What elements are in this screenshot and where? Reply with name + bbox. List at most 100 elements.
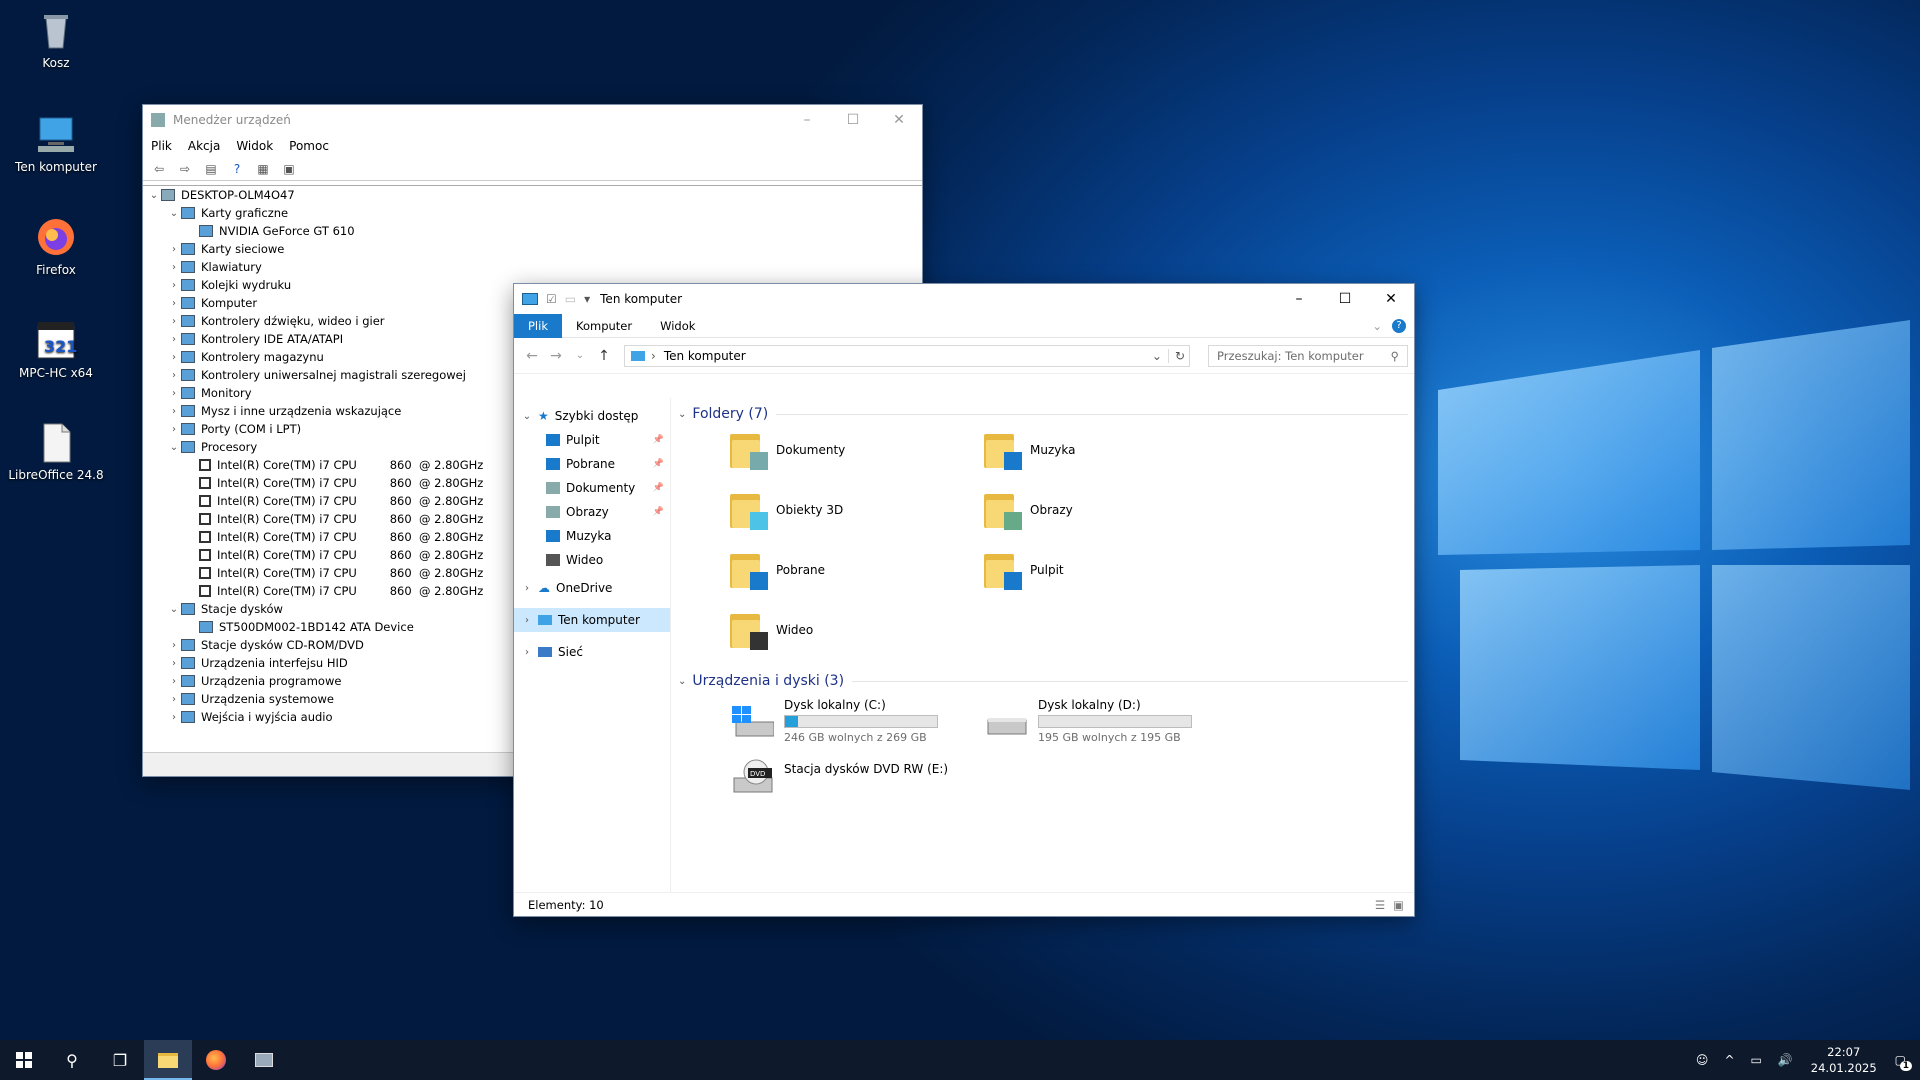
group-header-drives[interactable]: ⌄ Urządzenia i dyski (3) <box>678 669 1408 693</box>
desktop-icon-this-pc[interactable]: Ten komputer <box>8 112 104 174</box>
maximize-button[interactable]: ☐ <box>830 105 876 135</box>
tree-category[interactable]: › Karty sieciowe <box>143 240 922 258</box>
start-button[interactable] <box>0 1040 48 1080</box>
back-arrow-icon[interactable]: ⇦ <box>149 160 169 178</box>
task-view-icon[interactable]: ❐ <box>96 1040 144 1080</box>
details-view-icon[interactable]: ☰ <box>1375 898 1385 912</box>
desktop-icon-firefox[interactable]: Firefox <box>8 215 104 277</box>
pin-icon[interactable]: 📌 <box>653 483 664 493</box>
folder-tile[interactable]: Obrazy <box>984 490 1073 530</box>
menu-file[interactable]: Plik <box>151 139 172 153</box>
monitor-scan-icon[interactable]: ▣ <box>279 160 299 178</box>
desktop-icon-recycle-bin[interactable]: Kosz <box>8 8 104 70</box>
chevron-right-icon[interactable]: › <box>167 676 181 687</box>
nav-quick-item[interactable]: Dokumenty 📌 <box>514 476 670 500</box>
nav-quick-item[interactable]: Muzyka <box>514 524 670 548</box>
chevron-right-icon[interactable]: › <box>167 262 181 273</box>
chevron-right-icon[interactable]: › <box>520 583 534 594</box>
minimize-button[interactable]: – <box>784 105 830 135</box>
chevron-right-icon[interactable]: › <box>167 658 181 669</box>
nav-network[interactable]: › Sieć <box>514 640 670 664</box>
properties-quick-icon[interactable]: ☑ <box>546 292 557 306</box>
forward-arrow-icon[interactable]: → <box>544 348 568 364</box>
chevron-right-icon[interactable]: › <box>167 244 181 255</box>
close-button[interactable]: ✕ <box>1368 284 1414 314</box>
up-arrow-icon[interactable]: ↑ <box>592 348 616 364</box>
chevron-down-icon[interactable]: ⌄ <box>167 442 181 453</box>
chevron-right-icon[interactable]: › <box>167 298 181 309</box>
tree-device[interactable]: NVIDIA GeForce GT 610 <box>143 222 922 240</box>
nav-quick-item[interactable]: Wideo <box>514 548 670 572</box>
folder-tile[interactable]: Muzyka <box>984 430 1075 470</box>
nav-quick-access[interactable]: ⌄ ★ Szybki dostęp <box>514 404 670 428</box>
nav-quick-item[interactable]: Pobrane 📌 <box>514 452 670 476</box>
pin-icon[interactable]: 📌 <box>653 459 664 469</box>
chevron-down-icon[interactable]: ⌄ <box>678 409 686 420</box>
chevron-right-icon[interactable]: › <box>167 406 181 417</box>
recent-locations-icon[interactable]: ⌄ <box>568 350 592 361</box>
folder-tile[interactable]: Pobrane <box>730 550 825 590</box>
explorer-titlebar[interactable]: ☑ ▭ ▾ Ten komputer – ☐ ✕ <box>514 284 1414 314</box>
navigation-pane[interactable]: ⌄ ★ Szybki dostęp Pulpit 📌 Pobrane 📌 Dokumen… <box>514 398 671 892</box>
taskbar-device-manager[interactable] <box>240 1040 288 1080</box>
minimize-button[interactable]: – <box>1276 284 1322 314</box>
tree-root[interactable]: ⌄ DESKTOP-OLM4O47 <box>143 186 922 204</box>
desktop-icon-mpc-hc[interactable]: 321 MPC-HC x64 <box>8 318 104 380</box>
chevron-down-icon[interactable]: ⌄ <box>520 411 534 422</box>
update-driver-icon[interactable]: ▦ <box>253 160 273 178</box>
chevron-right-icon[interactable]: › <box>167 424 181 435</box>
chevron-right-icon[interactable]: › <box>167 352 181 363</box>
tree-category[interactable]: › Klawiatury <box>143 258 922 276</box>
chevron-right-icon[interactable]: › <box>167 280 181 291</box>
folder-tile[interactable]: Wideo <box>730 610 813 650</box>
chevron-right-icon[interactable]: › <box>167 694 181 705</box>
refresh-icon[interactable]: ↻ <box>1167 348 1185 363</box>
address-bar[interactable]: › Ten komputer ⌄ ↻ <box>624 344 1190 367</box>
people-icon[interactable]: ☺ <box>1696 1053 1709 1067</box>
clock[interactable]: 22:07 24.01.2025 <box>1811 1044 1877 1076</box>
tree-category[interactable]: ⌄ Karty graficzne <box>143 204 922 222</box>
drive-tile-c[interactable]: Dysk lokalny (C:) 246 GB wolnych z 269 G… <box>730 698 938 744</box>
back-arrow-icon[interactable]: ← <box>520 348 544 364</box>
pin-icon[interactable]: 📌 <box>653 507 664 517</box>
device-manager-titlebar[interactable]: Menedżer urządzeń – ☐ ✕ <box>143 105 922 135</box>
menu-view[interactable]: Widok <box>236 139 273 153</box>
search-input[interactable]: Przeszukaj: Ten komputer ⚲ <box>1208 344 1408 367</box>
chevron-down-icon[interactable]: ⌄ <box>167 208 181 219</box>
chevron-down-icon[interactable]: ⌄ <box>678 676 686 687</box>
chevron-right-icon[interactable]: › <box>167 334 181 345</box>
close-button[interactable]: ✕ <box>876 105 922 135</box>
drive-tile-d[interactable]: Dysk lokalny (D:) 195 GB wolnych z 195 G… <box>984 698 1192 744</box>
folder-tile[interactable]: Obiekty 3D <box>730 490 843 530</box>
folder-tile[interactable]: Pulpit <box>984 550 1064 590</box>
large-icons-view-icon[interactable]: ▣ <box>1393 898 1404 912</box>
chevron-right-icon[interactable]: › <box>167 712 181 723</box>
help-icon[interactable]: ? <box>227 160 247 178</box>
taskbar-file-explorer[interactable] <box>144 1040 192 1080</box>
volume-icon[interactable]: 🔊 <box>1778 1053 1793 1067</box>
ribbon-expand-icon[interactable]: ⌄ <box>1372 319 1382 333</box>
menu-help[interactable]: Pomoc <box>289 139 329 153</box>
pin-icon[interactable]: 📌 <box>653 435 664 445</box>
chevron-right-icon[interactable]: › <box>167 388 181 399</box>
chevron-up-icon[interactable]: ^ <box>1724 1053 1734 1067</box>
chevron-down-icon[interactable]: ⌄ <box>147 190 161 201</box>
address-dropdown-icon[interactable]: ⌄ <box>1152 349 1162 363</box>
new-folder-quick-icon[interactable]: ▭ <box>565 292 576 306</box>
network-icon[interactable]: ▭ <box>1751 1053 1762 1067</box>
taskbar-firefox[interactable] <box>192 1040 240 1080</box>
nav-quick-item[interactable]: Obrazy 📌 <box>514 500 670 524</box>
quick-access-dropdown-icon[interactable]: ▾ <box>584 292 590 306</box>
menu-action[interactable]: Akcja <box>188 139 220 153</box>
help-icon[interactable]: ? <box>1392 318 1406 333</box>
nav-quick-item[interactable]: Pulpit 📌 <box>514 428 670 452</box>
search-icon[interactable]: ⚲ <box>48 1040 96 1080</box>
tab-file[interactable]: Plik <box>514 313 562 338</box>
drive-tile-e[interactable]: DVD Stacja dysków DVD RW (E:) <box>730 758 948 796</box>
forward-arrow-icon[interactable]: ⇨ <box>175 160 195 178</box>
tab-view[interactable]: Widok <box>646 314 709 338</box>
folder-tile[interactable]: Dokumenty <box>730 430 845 470</box>
chevron-right-icon[interactable]: › <box>167 640 181 651</box>
chevron-right-icon[interactable]: › <box>520 647 534 658</box>
desktop-icon-libreoffice[interactable]: LibreOffice 24.8 <box>8 420 104 482</box>
